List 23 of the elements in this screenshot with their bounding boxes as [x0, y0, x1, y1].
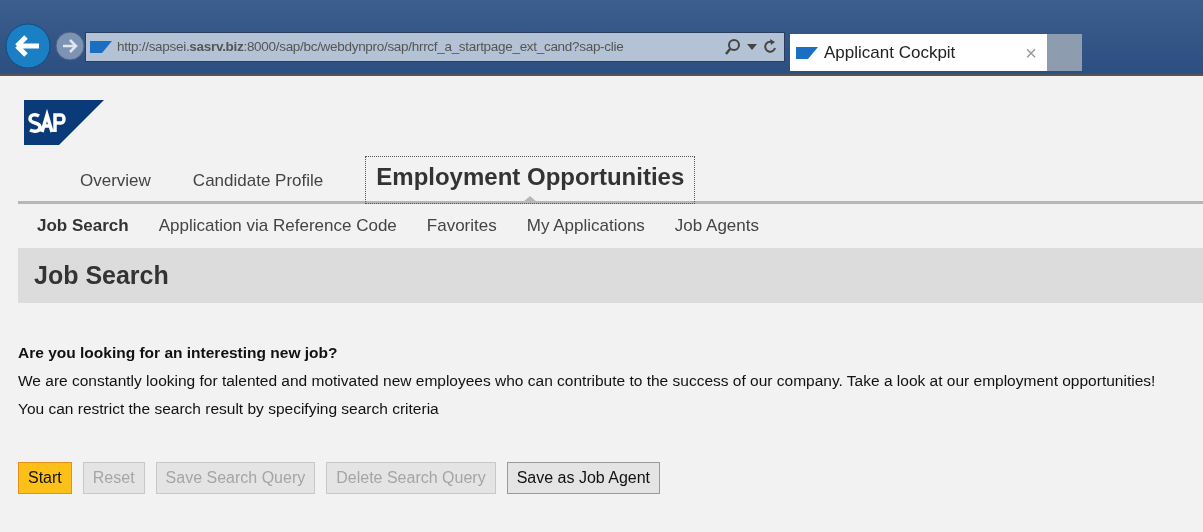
intro-heading: Are you looking for an interesting new job?: [18, 343, 339, 363]
forward-icon[interactable]: [55, 31, 85, 61]
browser-tab[interactable]: Applicant Cockpit ×: [790, 34, 1047, 71]
sub-tab[interactable]: My Applications: [526, 213, 645, 239]
action-button[interactable]: Start: [18, 462, 72, 494]
action-button[interactable]: Save as Job Agent: [506, 462, 661, 494]
nav-tab[interactable]: Overview: [80, 167, 151, 201]
nav-tab[interactable]: Candidate Profile: [192, 167, 324, 201]
dropdown-icon[interactable]: [747, 44, 757, 50]
intro-text: You can restrict the search result by specifying search criteria: [18, 399, 440, 419]
sub-tab[interactable]: Job Agents: [674, 213, 759, 239]
tab-title: Applicant Cockpit: [824, 41, 957, 64]
address-bar[interactable]: http://sapsei.sasrv.biz:8000/sap/bc/webdynpro/sap/hrrcf_a_startpage_ext_cand?sap-clie: [85, 32, 785, 62]
address-text: http://sapsei.sasrv.biz:8000/sap/bc/webdynpro/sap/hrrcf_a_startpage_ext_cand?sap-clie: [117, 37, 625, 56]
refresh-icon[interactable]: [762, 38, 778, 56]
sub-tab[interactable]: Job Search: [37, 213, 129, 239]
back-icon[interactable]: [5, 23, 51, 69]
nav-tab[interactable]: Employment Opportunities: [365, 156, 696, 204]
search-icon[interactable]: [724, 38, 742, 56]
intro-text: We are constantly looking for talented and motivated new employees who can contribute to the success of our company. Take a look at our employment opportunities!: [18, 371, 1157, 391]
sub-tab[interactable]: Application via Reference Code: [158, 213, 397, 239]
page-title: Job Search: [34, 259, 169, 291]
sub-tab[interactable]: Favorites: [426, 213, 497, 239]
